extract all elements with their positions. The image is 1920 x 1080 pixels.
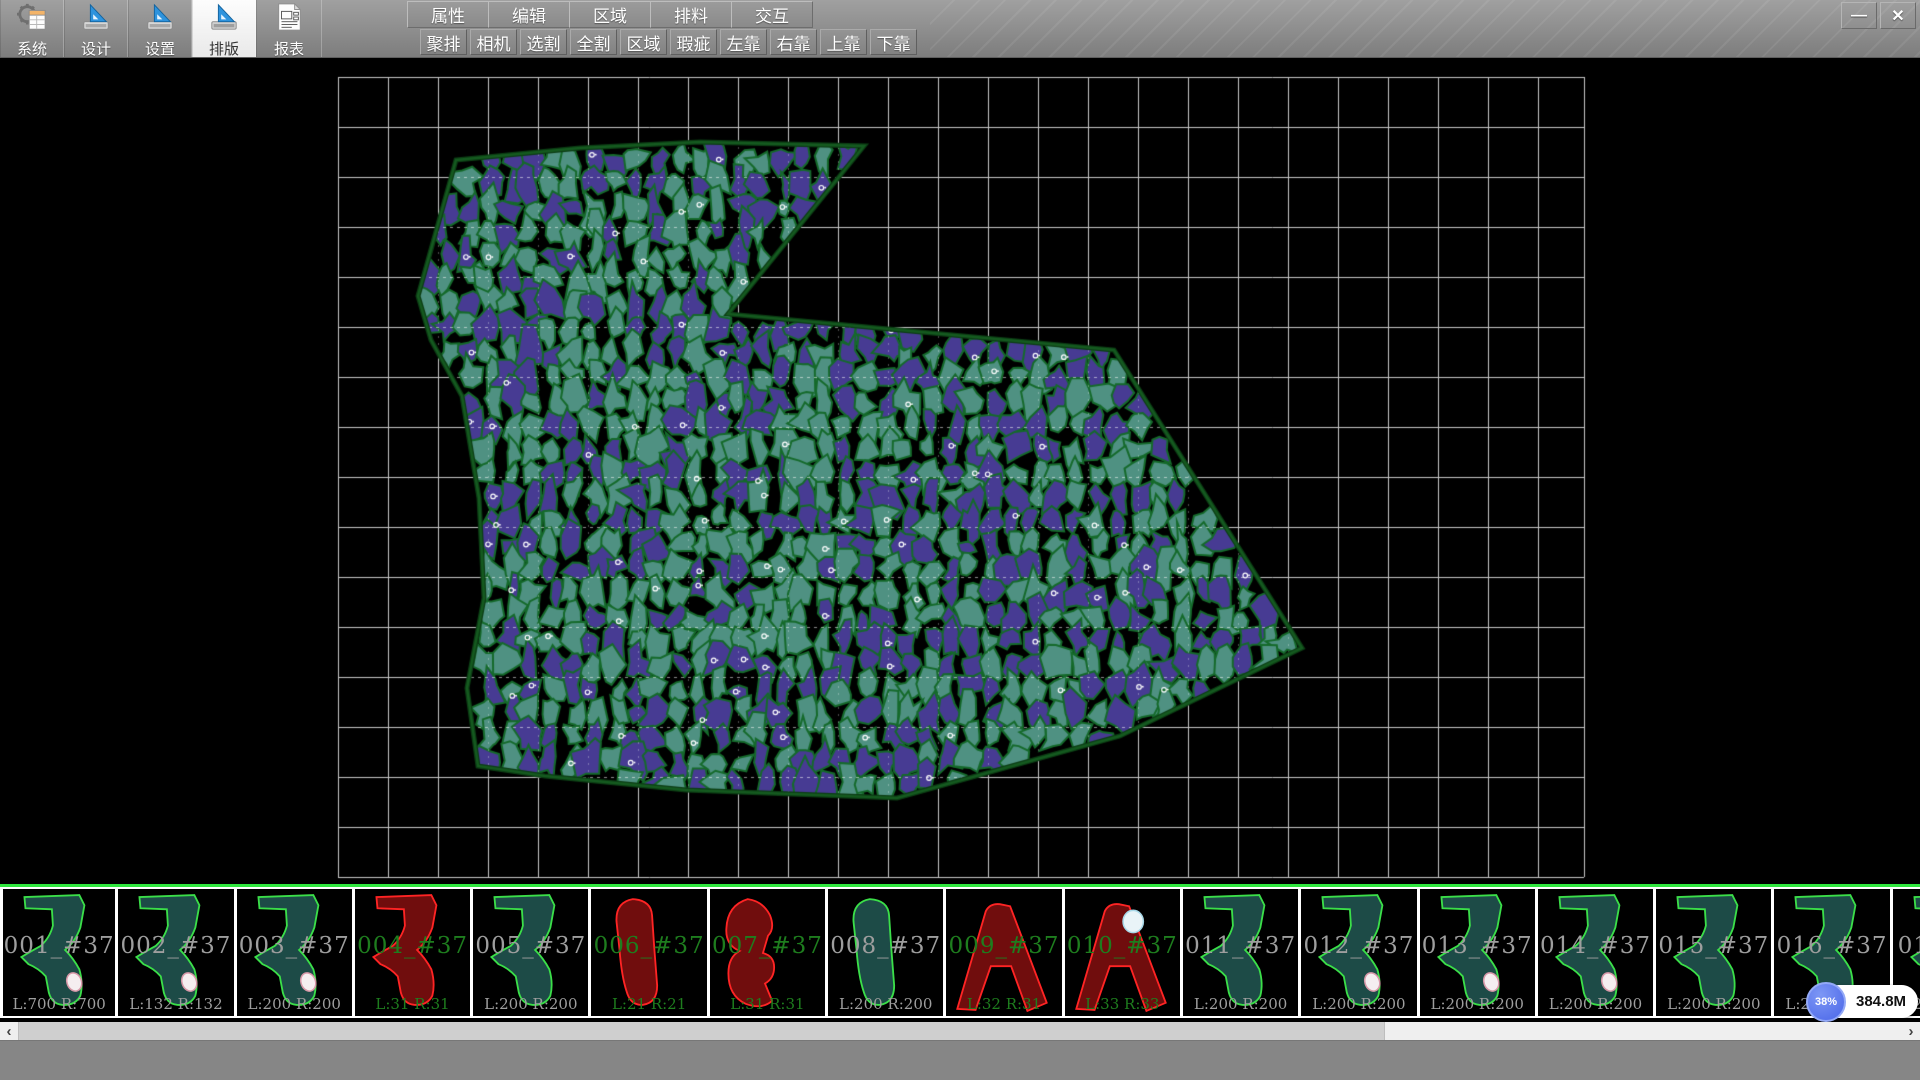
application-window: 系统设计设置排版报表 属性编辑区域排料交互 聚排相机选割全割区域瑕疵左靠右靠上靠… xyxy=(0,0,1920,1080)
pattern-lr-count: L:200 R:200 xyxy=(1656,995,1771,1013)
minimize-button[interactable]: — xyxy=(1841,2,1877,29)
tool-button-6[interactable]: 瑕疵 xyxy=(670,29,717,55)
pattern-thumbnail-10[interactable]: 010_#37 L:33 R:33 xyxy=(1065,887,1183,1018)
tool-button-4[interactable]: 全割 xyxy=(570,29,617,55)
pattern-thumbnail-7[interactable]: 007_#37 L:31 R:31 xyxy=(710,887,828,1018)
pattern-thumbnail-4[interactable]: 004_#37 L:31 R:31 xyxy=(355,887,473,1018)
pattern-label: 005_#37 xyxy=(473,933,588,959)
pattern-label: 013_#37 xyxy=(1420,933,1535,959)
pattern-label: 012_#37 xyxy=(1301,933,1416,959)
pattern-label: 001_#37 xyxy=(3,933,115,959)
toolbar: 系统设计设置排版报表 属性编辑区域排料交互 聚排相机选割全割区域瑕疵左靠右靠上靠… xyxy=(0,0,1920,58)
pattern-thumbnail-11[interactable]: 011_#37 L:200 R:200 xyxy=(1183,887,1301,1018)
pattern-lr-count: L:21 R:21 xyxy=(591,995,706,1013)
pattern-thumbnail-9[interactable]: 009_#37 L:32 R:31 xyxy=(946,887,1064,1018)
pattern-label: 009_#37 xyxy=(946,933,1061,959)
main-button-label: 报表 xyxy=(274,38,304,59)
tool-row: 聚排相机选割全割区域瑕疵左靠右靠上靠下靠 xyxy=(420,29,920,55)
nesting-viewport[interactable] xyxy=(0,57,1920,884)
pattern-label: 008_#37 xyxy=(828,933,943,959)
menu-button-5[interactable]: 交互 xyxy=(731,1,813,28)
pattern-thumbnail-list: 001_#37L:700 R:700002_#37L:132 R:132003_… xyxy=(0,887,1920,1022)
pattern-lr-count: L:700 R:700 xyxy=(3,995,115,1013)
pattern-label: 006_#37 xyxy=(591,933,706,959)
pattern-thumbnail-6[interactable]: 006_#37 L:21 R:21 xyxy=(591,887,709,1018)
pattern-thumbnail-2[interactable]: 002_#37 L:132 R:132 xyxy=(118,887,236,1018)
tool-button-10[interactable]: 下靠 xyxy=(870,29,917,55)
pattern-lr-count: L:31 R:31 xyxy=(710,995,825,1013)
pattern-thumbnail-15[interactable]: 015_#37 L:200 R:200 xyxy=(1656,887,1774,1018)
progress-circle: 38% xyxy=(1806,982,1846,1022)
main-button-label: 系统 xyxy=(17,38,47,59)
menu-button-3[interactable]: 区域 xyxy=(569,1,651,28)
pattern-lr-count: L:132 R:132 xyxy=(118,995,233,1013)
pattern-lr-count: L:200 R:200 xyxy=(1301,995,1416,1013)
pattern-lr-count: L:200 R:200 xyxy=(1538,995,1653,1013)
design-icon xyxy=(81,2,111,37)
tool-button-3[interactable]: 选割 xyxy=(520,29,567,55)
pattern-thumbnail-8[interactable]: 008_#37 L:200 R:200 xyxy=(828,887,946,1018)
menu-row: 属性编辑区域排料交互 xyxy=(408,1,813,28)
menu-button-2[interactable]: 编辑 xyxy=(488,1,570,28)
nesting-canvas[interactable] xyxy=(0,57,1920,884)
pattern-thumbnail-13[interactable]: 013_#37 L:200 R:200 xyxy=(1420,887,1538,1018)
main-button-system[interactable]: 系统 xyxy=(0,0,64,57)
tool-button-1[interactable]: 聚排 xyxy=(420,29,467,55)
titlebar-texture xyxy=(930,0,1920,57)
pattern-label: 016_#37 xyxy=(1774,933,1889,959)
pattern-lr-count: L:200 R:200 xyxy=(473,995,588,1013)
tool-button-2[interactable]: 相机 xyxy=(470,29,517,55)
pattern-lr-count: L:33 R:33 xyxy=(1065,995,1180,1013)
menu-button-1[interactable]: 属性 xyxy=(407,1,489,28)
close-button[interactable]: ✕ xyxy=(1880,2,1916,29)
system-icon xyxy=(17,2,47,37)
pattern-label: 015_#37 xyxy=(1656,933,1771,959)
pattern-lr-count: L:200 R:200 xyxy=(237,995,352,1013)
pattern-label: 017_#37 xyxy=(1893,933,1920,959)
pattern-thumbnail-5[interactable]: 005_#37 L:200 R:200 xyxy=(473,887,591,1018)
main-button-report[interactable]: 报表 xyxy=(256,0,322,57)
pattern-label: 014_#37 xyxy=(1538,933,1653,959)
scroll-right-arrow[interactable]: › xyxy=(1902,1022,1920,1040)
main-button-layout[interactable]: 排版 xyxy=(192,0,256,57)
pattern-lr-count: L:200 R:200 xyxy=(828,995,943,1013)
pattern-label: 007_#37 xyxy=(710,933,825,959)
pattern-lr-count: L:31 R:31 xyxy=(355,995,470,1013)
tool-button-7[interactable]: 左靠 xyxy=(720,29,767,55)
scrollbar-thumb[interactable] xyxy=(18,1022,1385,1040)
layout-icon xyxy=(209,2,239,37)
tool-button-5[interactable]: 区域 xyxy=(620,29,667,55)
pattern-lr-count: L:200 R:200 xyxy=(1420,995,1535,1013)
main-button-label: 排版 xyxy=(209,38,239,59)
pattern-thumbnail-12[interactable]: 012_#37 L:200 R:200 xyxy=(1301,887,1419,1018)
pattern-strip: 001_#37L:700 R:700002_#37L:132 R:132003_… xyxy=(0,884,1920,1022)
settings-icon xyxy=(145,2,175,37)
menu-button-4[interactable]: 排料 xyxy=(650,1,732,28)
main-button-settings[interactable]: 设置 xyxy=(128,0,192,57)
scroll-left-arrow[interactable]: ‹ xyxy=(0,1022,18,1040)
pattern-thumbnail-1[interactable]: 001_#37 L:700 R:700 xyxy=(0,887,118,1018)
pattern-lr-count: L:200 R:200 xyxy=(1183,995,1298,1013)
pattern-label: 002_#37 xyxy=(118,933,233,959)
pattern-thumbnail-3[interactable]: 003_#37 L:200 R:200 xyxy=(237,887,355,1018)
main-button-design[interactable]: 设计 xyxy=(64,0,128,57)
tool-button-9[interactable]: 上靠 xyxy=(820,29,867,55)
horizontal-scrollbar[interactable]: ‹ › xyxy=(0,1022,1920,1040)
pattern-lr-count: L:32 R:31 xyxy=(946,995,1061,1013)
pattern-thumbnail-14[interactable]: 014_#37 L:200 R:200 xyxy=(1538,887,1656,1018)
main-button-label: 设置 xyxy=(145,38,175,59)
pattern-label: 010_#37 xyxy=(1065,933,1180,959)
status-bar xyxy=(0,1040,1920,1080)
report-icon xyxy=(274,2,304,37)
pattern-label: 003_#37 xyxy=(237,933,352,959)
main-button-label: 设计 xyxy=(81,38,111,59)
pattern-label: 011_#37 xyxy=(1183,933,1298,959)
tool-button-8[interactable]: 右靠 xyxy=(770,29,817,55)
pattern-label: 004_#37 xyxy=(355,933,470,959)
main-button-group: 系统 设计 设置 排版 报表 xyxy=(0,0,322,57)
window-controls: — ✕ xyxy=(1841,2,1916,29)
